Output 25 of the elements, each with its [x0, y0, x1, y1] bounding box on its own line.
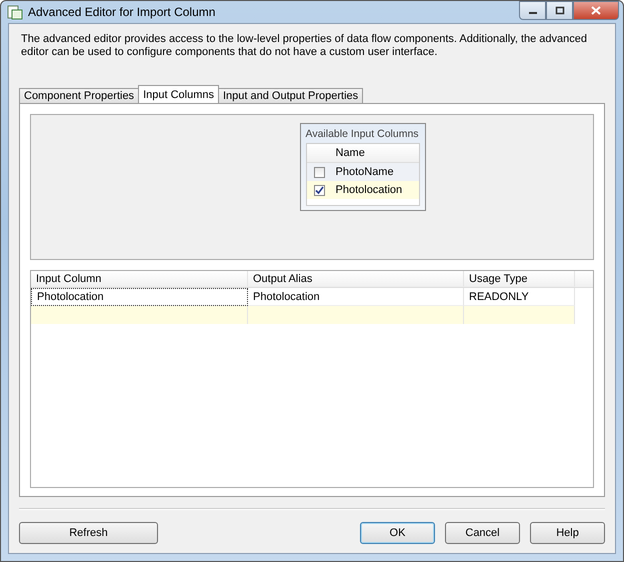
description-text: The advanced editor provides access to the low-level properties of data flow components. Additionally, the advanced editor can be used to configure components that do not have a custom user interface. [21, 33, 588, 60]
box-title: Available Input Columns [306, 128, 420, 140]
column-header: Input Column [31, 271, 248, 287]
checkbox[interactable] [314, 184, 324, 196]
window-title: Advanced Editor for Import Column [28, 5, 216, 19]
tab[interactable]: Component Properties [19, 88, 140, 103]
column-name: Photolocation [334, 184, 402, 196]
checkbox[interactable] [314, 166, 324, 178]
table-cell[interactable]: Photolocation [31, 288, 248, 306]
column-header: Output Alias [248, 271, 464, 287]
dialog-button[interactable]: OK [360, 522, 435, 544]
minimize-button[interactable] [519, 1, 546, 20]
close-button[interactable] [573, 1, 619, 20]
dialog-button[interactable]: Cancel [445, 522, 520, 544]
tab[interactable]: Input and Output Properties [218, 88, 364, 103]
close-icon [591, 6, 601, 15]
tab[interactable]: Input Columns [138, 85, 219, 103]
dialog-button[interactable]: Help [530, 522, 605, 544]
column-header: Name [334, 147, 365, 159]
column-header: Usage Type [464, 271, 575, 287]
table-icon [7, 4, 23, 20]
dialog-button[interactable]: Refresh [19, 522, 158, 544]
maximize-icon [554, 6, 564, 15]
maximize-button[interactable] [546, 1, 573, 20]
column-name: PhotoName [334, 166, 394, 178]
